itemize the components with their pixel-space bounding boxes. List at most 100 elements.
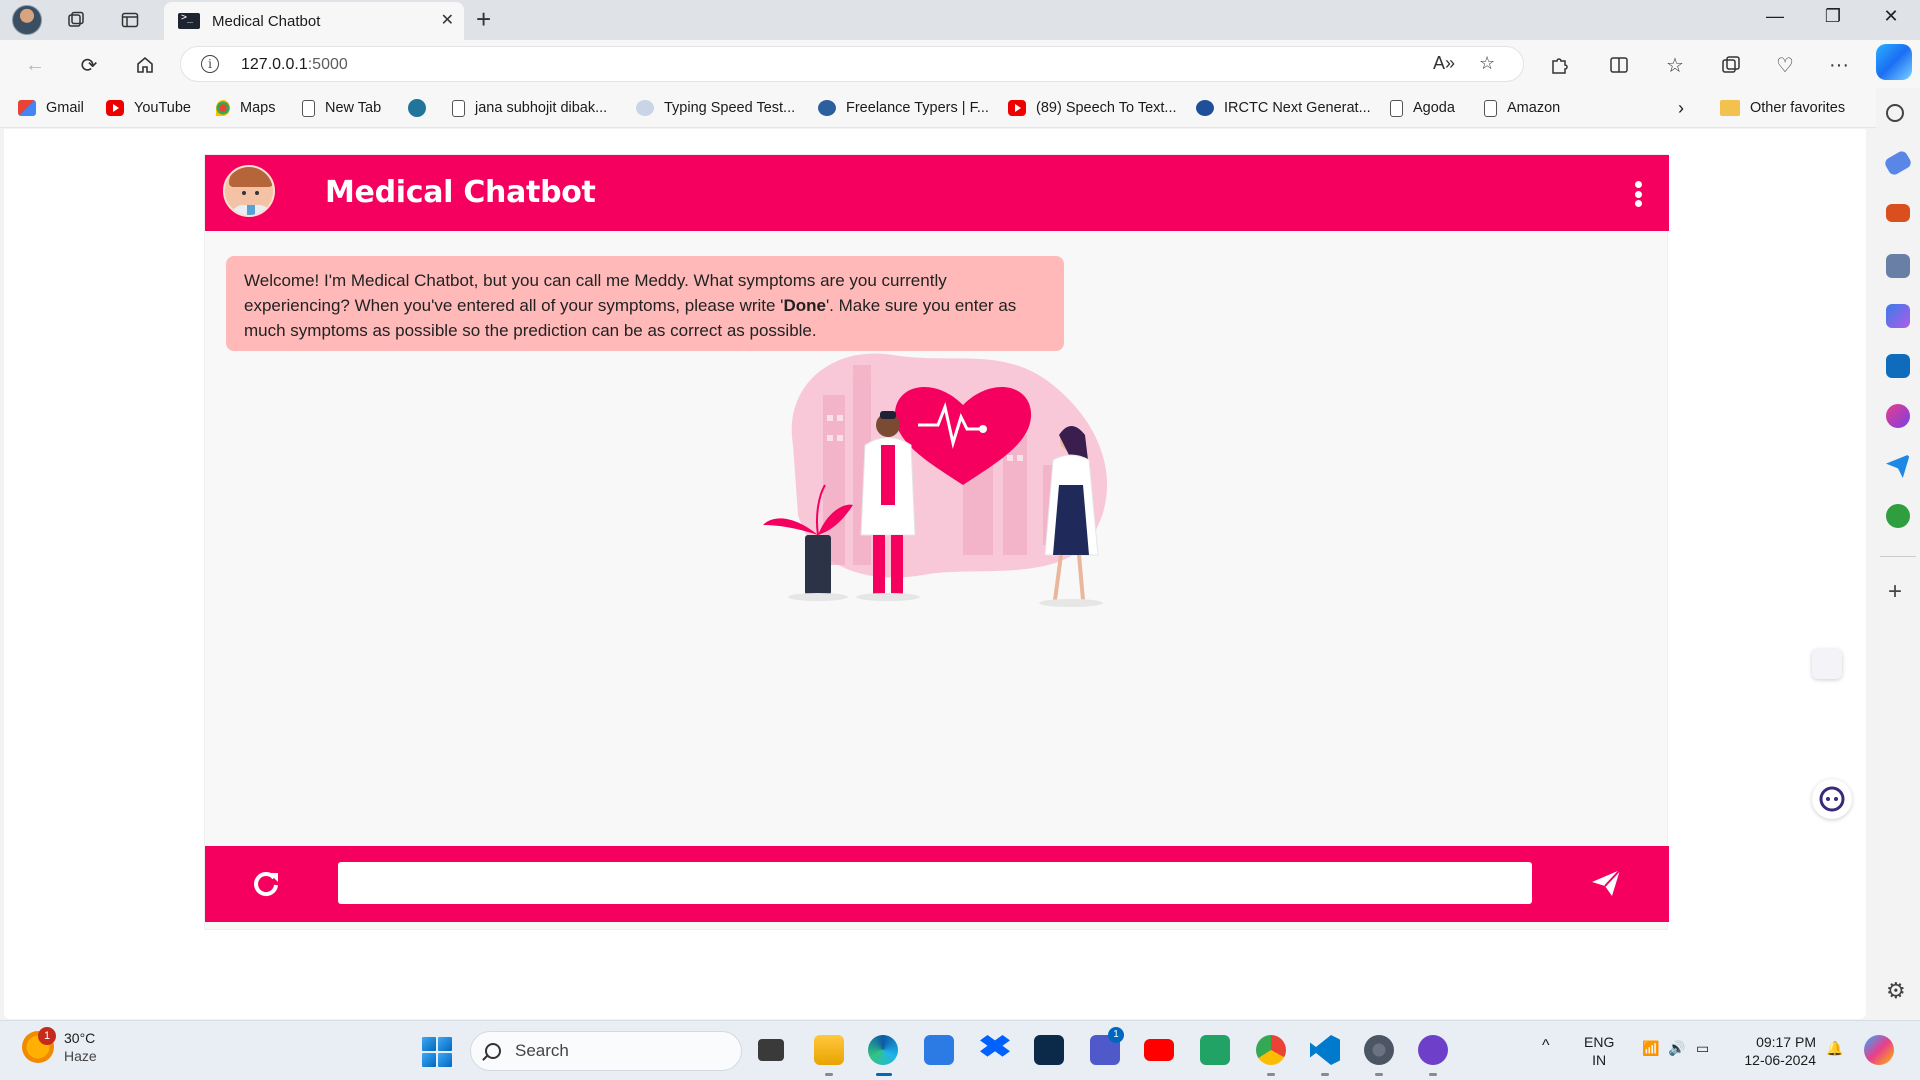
home-icon[interactable]	[130, 50, 160, 80]
send-message-icon[interactable]	[1590, 868, 1622, 898]
chat-input-bar	[205, 846, 1669, 922]
bookmark-amazon[interactable]: Amazon	[1484, 98, 1560, 118]
settings-app-icon[interactable]	[1364, 1035, 1394, 1065]
weather-widget[interactable]: 1 30°C Haze	[22, 1027, 97, 1065]
workspaces-icon[interactable]	[62, 6, 90, 34]
task-view-icon[interactable]	[758, 1039, 784, 1061]
site-info-icon[interactable]: i	[201, 55, 219, 73]
microsoft-store-icon[interactable]	[924, 1035, 954, 1065]
address-bar[interactable]: i 127.0.0.1:5000 A» ☆	[180, 46, 1524, 82]
typing-icon	[636, 100, 654, 116]
bookmark-speech-to-text[interactable]: (89) Speech To Text...	[1008, 98, 1177, 118]
tab-medical-chatbot[interactable]: Medical Chatbot ✕	[164, 2, 464, 40]
weather-sun-icon: 1	[22, 1027, 56, 1063]
sidebar-divider	[1880, 556, 1916, 557]
games-icon[interactable]	[1886, 254, 1910, 278]
wifi-icon[interactable]: 📶	[1642, 1039, 1659, 1057]
show-hidden-icons-chevron[interactable]: ^	[1542, 1037, 1550, 1055]
assistant-bubble-icon[interactable]	[1812, 779, 1852, 819]
search-icon[interactable]	[1886, 104, 1904, 122]
refresh-icon[interactable]: ⟳	[74, 50, 104, 80]
page-icon	[1390, 99, 1403, 117]
extensions-icon[interactable]	[1544, 50, 1574, 80]
windows-taskbar: 1 30°C Haze Search 1 ^ ENG IN 📶 🔊 ▭ 09:1…	[0, 1020, 1920, 1080]
tools-briefcase-icon[interactable]	[1886, 204, 1910, 222]
close-tab-icon[interactable]: ✕	[441, 10, 454, 30]
add-icon[interactable]: +	[1888, 578, 1902, 606]
start-button[interactable]	[422, 1037, 452, 1067]
back-icon[interactable]: ←	[20, 50, 50, 80]
tab-actions-icon[interactable]	[116, 6, 144, 34]
browser-titlebar: Medical Chatbot ✕ + — ❐ ✕	[0, 0, 1920, 40]
copilot-taskbar-icon[interactable]	[1864, 1035, 1894, 1065]
file-explorer-icon[interactable]	[814, 1035, 844, 1065]
minimize-button[interactable]: —	[1752, 6, 1798, 27]
microsoft-365-icon[interactable]	[1886, 304, 1910, 328]
chrome-icon[interactable]	[1256, 1035, 1286, 1065]
volume-icon[interactable]: 🔊	[1668, 1039, 1685, 1057]
language-indicator[interactable]: ENG IN	[1584, 1033, 1614, 1069]
split-screen-icon[interactable]	[1604, 50, 1634, 80]
clock[interactable]: 09:17 PM 12-06-2024	[1736, 1033, 1816, 1069]
edge-sidebar: + ⚙	[1876, 88, 1920, 1020]
freelance-icon	[818, 100, 836, 116]
taskbar-search[interactable]: Search	[470, 1031, 742, 1071]
chevron-right-icon[interactable]: ›	[1678, 98, 1684, 118]
gmail-icon	[18, 100, 36, 116]
send-icon[interactable]	[1886, 454, 1910, 478]
tree-icon[interactable]	[1886, 504, 1910, 528]
bookmark-jana[interactable]: jana subhojit dibak...	[452, 98, 607, 118]
bookmark-freelance[interactable]: Freelance Typers | F...	[818, 98, 989, 118]
copilot-icon[interactable]	[1876, 44, 1912, 80]
search-icon	[485, 1043, 501, 1059]
bookmark-maps[interactable]: Maps	[216, 98, 275, 118]
settings-gear-icon[interactable]: ⚙	[1886, 978, 1906, 1004]
classroom-icon[interactable]	[1200, 1035, 1230, 1065]
bookmark-wordpress[interactable]	[408, 98, 436, 118]
profile-avatar[interactable]	[12, 5, 42, 35]
shopping-tag-icon[interactable]	[1883, 149, 1913, 177]
url-text[interactable]: 127.0.0.1:5000	[241, 56, 348, 74]
weather-badge: 1	[38, 1027, 56, 1045]
new-tab-button[interactable]: +	[476, 4, 491, 35]
github-desktop-icon[interactable]	[1418, 1035, 1448, 1065]
favorites-icon[interactable]: ☆	[1660, 50, 1690, 80]
vscode-icon[interactable]	[1310, 1035, 1340, 1065]
folder-icon	[1720, 100, 1740, 116]
temperature: 30°C	[64, 1030, 96, 1046]
designer-icon[interactable]	[1886, 404, 1910, 428]
youtube-app-icon[interactable]	[1144, 1039, 1174, 1061]
teams-badge: 1	[1108, 1027, 1124, 1043]
bookmark-gmail[interactable]: Gmail	[18, 98, 84, 118]
chat-title: Medical Chatbot	[325, 175, 596, 210]
bookmark-youtube[interactable]: YouTube	[106, 98, 191, 118]
app-icon[interactable]	[1034, 1035, 1064, 1065]
bookmark-agoda[interactable]: Agoda	[1390, 98, 1455, 118]
taskbar-search-label: Search	[515, 1041, 569, 1060]
bookmark-irctc[interactable]: IRCTC Next Generat...	[1196, 98, 1371, 118]
battery-icon[interactable]: ▭	[1696, 1039, 1709, 1057]
browser-toolbar: ← ⟳ i 127.0.0.1:5000 A» ☆ ☆ ♡ ···	[0, 40, 1920, 88]
bookmark-typing-speed[interactable]: Typing Speed Test...	[636, 98, 795, 118]
more-options-icon[interactable]: ···	[1824, 50, 1854, 80]
page-viewport: Medical Chatbot Welcome! I'm Medical Cha…	[4, 129, 1866, 1019]
close-window-button[interactable]: ✕	[1868, 6, 1914, 27]
maps-icon	[216, 100, 230, 116]
outlook-icon[interactable]	[1886, 354, 1910, 378]
wordpress-icon	[408, 99, 426, 117]
bookmark-other-favorites[interactable]: Other favorites	[1720, 98, 1845, 118]
teams-icon[interactable]: 1	[1090, 1027, 1124, 1065]
favorite-star-icon[interactable]: ☆	[1479, 53, 1495, 74]
message-input[interactable]	[338, 862, 1532, 904]
edge-browser-icon[interactable]	[868, 1035, 898, 1065]
browser-essentials-icon[interactable]: ♡	[1770, 50, 1800, 80]
notification-bell-icon[interactable]: 🔔	[1826, 1039, 1843, 1057]
restore-button[interactable]: ❐	[1810, 6, 1856, 27]
floating-widget-icon[interactable]	[1812, 649, 1842, 679]
restart-chat-icon[interactable]	[251, 868, 281, 898]
collections-icon[interactable]	[1716, 50, 1746, 80]
read-aloud-icon[interactable]: A»	[1433, 53, 1455, 74]
more-menu-icon[interactable]	[1635, 181, 1643, 207]
dropbox-icon[interactable]	[980, 1035, 1010, 1057]
bookmark-new-tab[interactable]: New Tab	[302, 98, 381, 118]
